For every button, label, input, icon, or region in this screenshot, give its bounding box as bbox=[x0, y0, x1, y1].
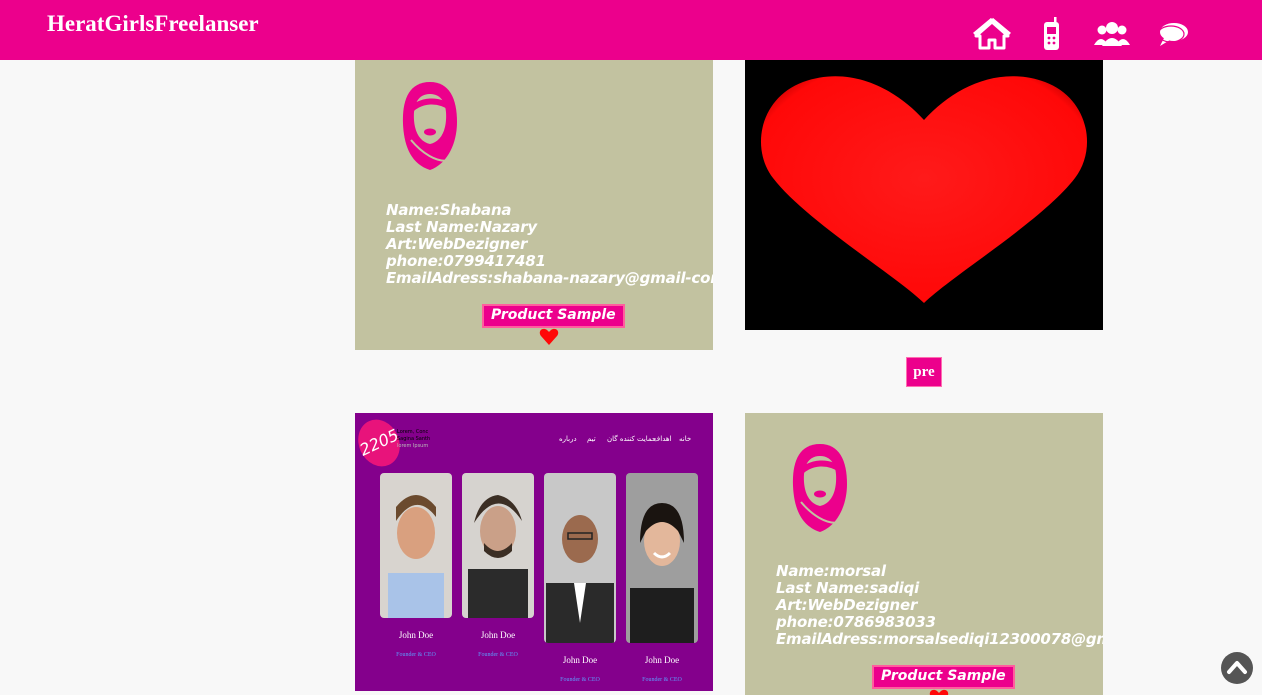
chat-icon[interactable] bbox=[1152, 16, 1192, 52]
heart-icon[interactable] bbox=[929, 689, 949, 695]
product-sample-button[interactable]: Product Sample bbox=[482, 304, 625, 328]
sample-menu-item: درباره bbox=[559, 435, 577, 443]
hijab-avatar-icon bbox=[402, 82, 457, 170]
team-icon[interactable] bbox=[1092, 16, 1132, 52]
last-name-text: Last Name:Nazary bbox=[386, 218, 537, 236]
home-icon[interactable] bbox=[972, 16, 1012, 52]
team-member-role: Founder & CEO bbox=[642, 677, 682, 683]
phone-text: phone:0786983033 bbox=[776, 613, 936, 631]
team-member-name: John Doe bbox=[644, 655, 680, 665]
team-photo bbox=[626, 473, 698, 643]
hijab-avatar-icon bbox=[792, 444, 847, 532]
profile-card-morsal: Name:morsal Last Name:sadiqi Art:WebDezi… bbox=[745, 413, 1103, 695]
last-name-text: Last Name:sadiqi bbox=[776, 579, 920, 597]
scroll-to-top-button[interactable] bbox=[1221, 652, 1253, 684]
heart-icon[interactable] bbox=[539, 328, 559, 346]
art-text: Art:WebDezigner bbox=[776, 596, 918, 614]
name-text: Name:morsal bbox=[776, 562, 886, 580]
team-member-name: John Doe bbox=[480, 630, 516, 640]
sample-menu-item: حمایت کننده گان bbox=[607, 435, 657, 443]
phone-text: phone:0799417481 bbox=[386, 252, 546, 270]
phone-icon[interactable] bbox=[1032, 16, 1072, 52]
team-member-role: Founder & CEO bbox=[560, 677, 600, 683]
sample-menu-item: خانه bbox=[679, 435, 692, 443]
heart-image bbox=[745, 60, 1103, 330]
profile-info: Name:Shabana Last Name:Nazary Art:WebDez… bbox=[386, 202, 713, 287]
profile-card-shabana: Name:Shabana Last Name:Nazary Art:WebDez… bbox=[355, 60, 713, 350]
profile-info: Name:morsal Last Name:sadiqi Art:WebDezi… bbox=[776, 563, 1103, 648]
team-member-role: Founder & CEO bbox=[396, 652, 436, 658]
brand-logo[interactable]: HeratGirlsFreelanser bbox=[47, 11, 259, 37]
sample-logo-subtitle: Lorem, Conc Sagina Santh lorem Ipsum bbox=[397, 429, 431, 449]
team-member-name: John Doe bbox=[398, 630, 434, 640]
team-photo bbox=[380, 473, 452, 618]
team-member-role: Founder & CEO bbox=[478, 652, 518, 658]
name-text: Name:Shabana bbox=[386, 201, 512, 219]
team-member-name: John Doe bbox=[562, 655, 598, 665]
email-text: EmailAdress:morsalsediqi12300078@gmail-c… bbox=[776, 630, 1103, 648]
sample-menu-item: تیم bbox=[587, 435, 596, 443]
chevron-up-icon bbox=[1227, 661, 1247, 674]
art-text: Art:WebDezigner bbox=[386, 235, 528, 253]
team-photo bbox=[462, 473, 534, 618]
pre-button[interactable]: pre bbox=[906, 357, 942, 387]
top-navbar: HeratGirlsFreelanser bbox=[0, 0, 1262, 60]
email-text: EmailAdress:shabana-nazary@gmail-com bbox=[386, 269, 713, 287]
product-sample-preview[interactable]: 2205 Lorem, Conc Sagina Santh lorem Ipsu… bbox=[355, 413, 713, 691]
team-photo bbox=[544, 473, 616, 643]
product-sample-button[interactable]: Product Sample bbox=[872, 665, 1015, 689]
